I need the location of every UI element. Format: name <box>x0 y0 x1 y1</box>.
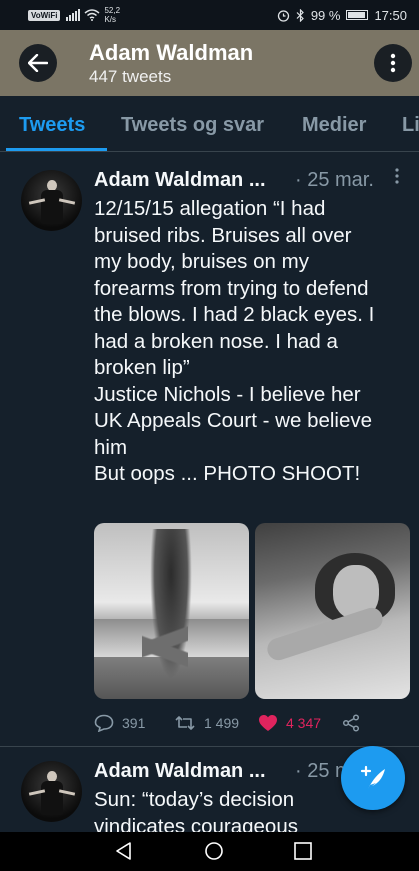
avatar[interactable] <box>21 761 82 822</box>
tab-tweets-and-replies[interactable]: Tweets og svar <box>121 96 264 151</box>
tweet-body: 12/15/15 allegation “I had bruised ribs.… <box>94 196 404 488</box>
like-count: 4 347 <box>286 715 322 731</box>
tweet-line: 12/15/15 allegation “I had <box>94 197 326 220</box>
speech-bubble-icon <box>94 714 114 732</box>
reply-button[interactable]: 391 <box>94 711 145 735</box>
compose-tweet-button[interactable] <box>341 746 405 810</box>
tweet-line: bruised ribs. Bruises all over <box>94 223 352 247</box>
tab-likes[interactable]: Li <box>402 96 419 151</box>
tweet-line: him <box>94 435 128 459</box>
tweet-author[interactable]: Adam Waldman ... <box>94 759 266 783</box>
tweet-line: Justice Nichols - I believe her <box>94 382 361 406</box>
tweet-line: forearms from trying to defend <box>94 276 369 300</box>
retweet-icon <box>175 716 195 730</box>
network-speed-unit: K/s <box>104 15 117 24</box>
clock: 17:50 <box>374 7 407 23</box>
arrow-left-icon <box>28 54 48 72</box>
tweet-line: had a broken nose. I had a <box>94 329 338 353</box>
battery-percent: 99 % <box>310 7 341 23</box>
tweet-photo-1[interactable] <box>94 523 249 699</box>
tweet-line: UK Appeals Court - we believe <box>94 409 373 432</box>
active-tab-indicator <box>6 148 107 151</box>
nav-back-icon[interactable] <box>114 841 134 861</box>
tweet-line: broken lip” <box>94 356 190 379</box>
wifi-icon <box>84 9 100 21</box>
retweet-count: 1 499 <box>204 715 240 731</box>
profile-tabs: Tweets Tweets og svar Medier Li <box>0 96 419 152</box>
signal-icon <box>66 9 81 21</box>
tweet-line: vindicates courageous <box>94 814 298 833</box>
tweet-count: 447 tweets <box>89 67 172 86</box>
retweet-button[interactable]: 1 499 <box>174 711 239 735</box>
more-options-button[interactable] <box>374 44 412 82</box>
profile-header: Adam Waldman 447 tweets <box>0 30 419 96</box>
share-button[interactable] <box>342 711 360 735</box>
tweet-photo-2[interactable] <box>255 523 410 699</box>
tab-media[interactable]: Medier <box>302 96 366 151</box>
back-button[interactable] <box>19 44 57 82</box>
vertical-dots-icon <box>390 53 396 73</box>
network-speed: 52,2 K/s <box>104 6 120 24</box>
alarm-icon <box>277 9 289 22</box>
wifi-calling-badge: VoWiFi <box>28 9 61 21</box>
tweet-actions: 391 1 499 4 347 <box>94 711 394 735</box>
network-speed-value: 52,2 <box>104 6 121 15</box>
system-navigation-bar <box>0 832 419 871</box>
tweet-date: · 25 mar. <box>295 169 374 191</box>
nav-home-icon[interactable] <box>204 841 224 861</box>
tweet-author[interactable]: Adam Waldman ... <box>94 168 266 192</box>
reply-count: 391 <box>122 715 146 731</box>
profile-name: Adam Waldman <box>89 40 254 65</box>
tweet-line: the blows. I had 2 black eyes. I <box>94 303 375 326</box>
tab-tweets[interactable]: Tweets <box>19 96 85 151</box>
like-button[interactable]: 4 347 <box>258 711 321 735</box>
feather-plus-icon <box>360 765 385 789</box>
avatar[interactable] <box>21 170 82 231</box>
tweet-line: But oops ... PHOTO SHOOT! <box>94 462 361 485</box>
header-text: Adam Waldman 447 tweets <box>89 40 253 88</box>
status-bar: VoWiFi 52,2 K/s 99 % 17:50 <box>0 0 419 30</box>
share-icon <box>342 714 360 732</box>
tweet-menu-button[interactable] <box>395 168 399 188</box>
battery-icon <box>346 10 369 20</box>
nav-recents-icon[interactable] <box>293 841 313 861</box>
status-right: 99 % 17:50 <box>277 8 407 23</box>
bluetooth-icon <box>296 8 304 22</box>
tweet-line: my body, bruises on my <box>94 250 309 273</box>
heart-icon <box>259 715 277 731</box>
vertical-dots-icon <box>395 168 399 184</box>
